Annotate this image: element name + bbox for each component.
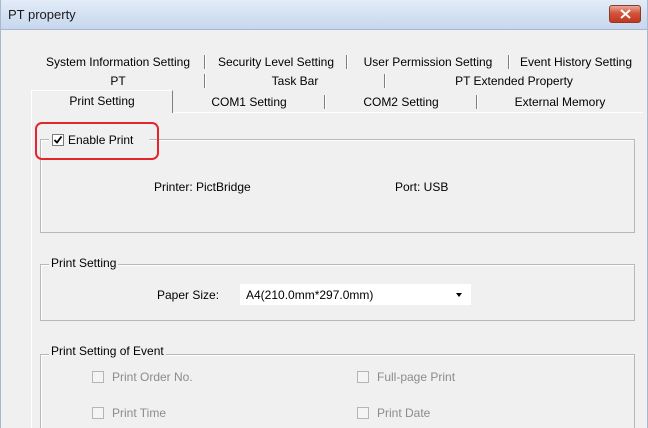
paper-size-label: Paper Size: xyxy=(157,288,220,302)
title-bar: PT property xyxy=(1,0,647,30)
enable-print-checkbox[interactable] xyxy=(52,134,64,146)
print-time-checkbox[interactable] xyxy=(92,407,104,419)
tab-label: System Information Setting xyxy=(45,55,191,69)
print-date-checkbox[interactable] xyxy=(357,407,369,419)
print-date-label: Print Date xyxy=(377,406,431,420)
enable-print-label: Enable Print xyxy=(68,133,134,147)
tab-label: Event History Setting xyxy=(519,55,633,69)
tab-label: User Permission Setting xyxy=(363,55,493,69)
tab-system-information-setting[interactable]: System Information Setting xyxy=(31,53,205,71)
tab-task-bar[interactable]: Task Bar xyxy=(205,72,385,90)
print-order-no-label: Print Order No. xyxy=(112,370,193,384)
close-button[interactable] xyxy=(609,5,641,23)
tab-label: External Memory xyxy=(514,95,606,109)
tab-label: COM2 Setting xyxy=(363,95,439,109)
port-label: Port: USB xyxy=(395,180,449,194)
window-title: PT property xyxy=(8,7,76,22)
tab-label: Security Level Setting xyxy=(217,55,335,69)
print-event-legend: Print Setting of Event xyxy=(49,344,166,358)
tab-event-history-setting[interactable]: Event History Setting xyxy=(509,53,643,71)
print-setting-legend: Print Setting xyxy=(49,256,119,270)
tab-com1-setting[interactable]: COM1 Setting xyxy=(173,93,325,111)
chevron-down-icon xyxy=(456,293,462,297)
paper-size-value: A4(210.0mm*297.0mm) xyxy=(246,288,374,302)
tab-user-permission-setting[interactable]: User Permission Setting xyxy=(347,53,509,71)
tab-print-setting[interactable]: Print Setting xyxy=(31,90,173,113)
full-page-print-label: Full-page Print xyxy=(377,370,456,384)
tab-pt-extended-property[interactable]: PT Extended Property xyxy=(385,72,643,90)
close-icon xyxy=(620,9,631,19)
paper-size-dropdown[interactable]: A4(210.0mm*297.0mm) xyxy=(240,284,471,305)
tab-label: COM1 Setting xyxy=(211,95,287,109)
printer-label: Printer: PictBridge xyxy=(154,180,251,194)
tab-com2-setting[interactable]: COM2 Setting xyxy=(325,93,477,111)
tab-label: PT Extended Property xyxy=(455,74,573,88)
tab-security-level-setting[interactable]: Security Level Setting xyxy=(205,53,347,71)
pt-property-dialog: PT property System Information Setting S… xyxy=(0,0,648,428)
print-time-label: Print Time xyxy=(112,406,167,420)
printer-groupbox xyxy=(40,139,635,233)
full-page-print-checkbox[interactable] xyxy=(357,371,369,383)
checkmark-icon xyxy=(53,135,63,144)
tab-label: Task Bar xyxy=(271,74,319,88)
tab-label: Print Setting xyxy=(69,94,135,108)
tab-pt[interactable]: PT xyxy=(31,72,205,90)
print-order-no-checkbox[interactable] xyxy=(92,371,104,383)
enable-print-row: Enable Print xyxy=(49,133,149,149)
tab-label: PT xyxy=(110,74,126,88)
tab-external-memory[interactable]: External Memory xyxy=(477,93,643,111)
